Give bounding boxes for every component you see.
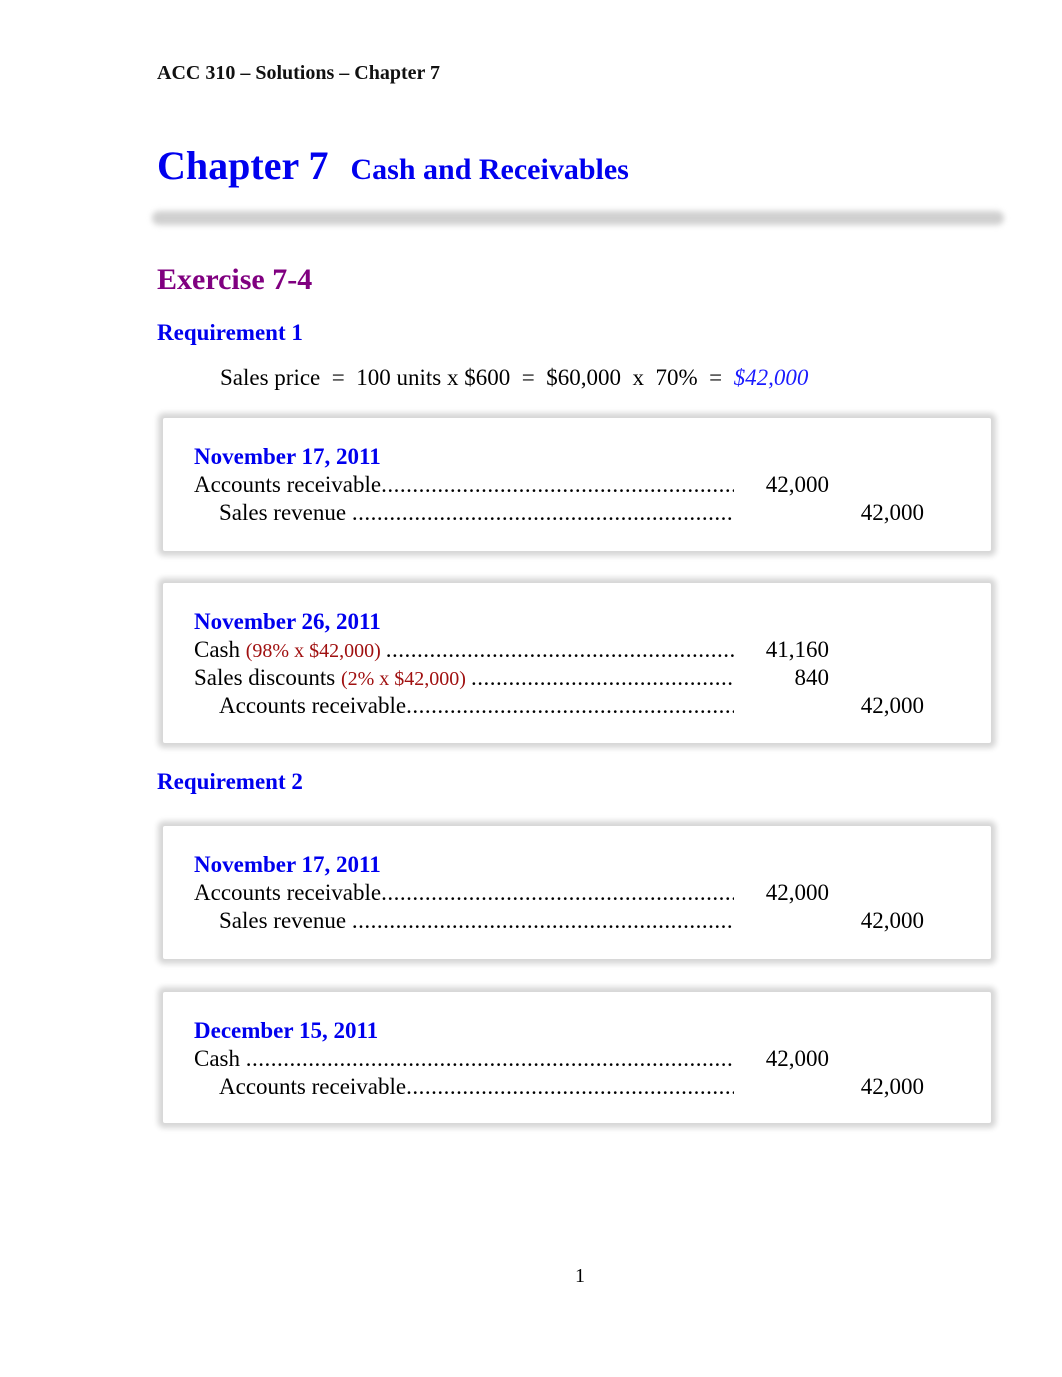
heading-divider (152, 211, 1004, 225)
running-header: ACC 310 – Solutions – Chapter 7 (157, 62, 440, 84)
debit-amount: 42,000 (765, 472, 829, 497)
journal-line: Sales revenue 42,000 (194, 907, 934, 935)
exercise-title: Exercise 7-4 (157, 263, 313, 296)
journal-entry: November 17, 2011 Accounts receivable 42… (194, 443, 934, 527)
entry-date: December 15, 2011 (194, 1018, 379, 1043)
journal-line: Cash (98% x $42,000) 41,160 (194, 636, 934, 664)
account-name: Accounts receivable (219, 1073, 734, 1101)
journal-line: Accounts receivable 42,000 (194, 692, 934, 720)
journal-line: Accounts receivable 42,000 (194, 879, 934, 907)
account-name: Sales revenue (219, 907, 734, 935)
journal-entry-box: November 17, 2011 Accounts receivable 42… (163, 826, 991, 959)
formula-label: Sales price (220, 365, 321, 390)
account-name: Accounts receivable (194, 471, 734, 499)
journal-line: Sales discounts (2% x $42,000) 840 (194, 664, 934, 692)
account-name: Cash (194, 1045, 734, 1073)
requirement-1-title: Requirement 1 (157, 320, 303, 345)
sales-price-formula: Sales price = 100 units x $600 = $60,000… (220, 365, 808, 391)
debit-amount: 840 (794, 665, 830, 690)
account-name: Sales revenue (219, 499, 734, 527)
debit-amount: 42,000 (765, 1046, 829, 1071)
journal-entry-box: November 17, 2011 Accounts receivable 42… (163, 418, 991, 551)
chapter-title: Cash and Receivables (350, 153, 629, 186)
requirement-2-title: Requirement 2 (157, 769, 303, 794)
entry-date: November 26, 2011 (194, 609, 381, 634)
page-number: 1 (575, 1265, 585, 1287)
credit-amount: 42,000 (860, 908, 924, 933)
credit-amount: 42,000 (860, 500, 924, 525)
account-name: Accounts receivable (219, 692, 734, 720)
journal-line: Sales revenue 42,000 (194, 499, 934, 527)
chapter-heading: Chapter 7 Cash and Receivables (157, 142, 629, 189)
chapter-number: Chapter 7 (157, 143, 329, 188)
calculation-note: (98% x $42,000) (245, 640, 386, 662)
account-name: Cash (98% x $42,000) (194, 636, 734, 665)
journal-line: Accounts receivable 42,000 (194, 471, 934, 499)
account-name: Accounts receivable (194, 879, 734, 907)
journal-entry: November 26, 2011 Cash (98% x $42,000) 4… (194, 608, 934, 720)
calculation-note: (2% x $42,000) (340, 668, 471, 690)
journal-entry-box: November 26, 2011 Cash (98% x $42,000) 4… (163, 583, 991, 743)
journal-line: Cash 42,000 (194, 1045, 934, 1073)
credit-amount: 42,000 (860, 1074, 924, 1099)
entry-date: November 17, 2011 (194, 444, 381, 469)
journal-line: Accounts receivable 42,000 (194, 1073, 934, 1101)
debit-amount: 42,000 (765, 880, 829, 905)
debit-amount: 41,160 (765, 637, 829, 662)
account-name: Sales discounts (2% x $42,000) (194, 664, 734, 693)
formula-result: $42,000 (733, 365, 809, 390)
credit-amount: 42,000 (860, 693, 924, 718)
journal-entry: November 17, 2011 Accounts receivable 42… (194, 851, 934, 935)
formula-expression: = 100 units x $600 = $60,000 x 70% = (320, 365, 734, 390)
journal-entry-box: December 15, 2011 Cash 42,000 Accounts r… (163, 992, 991, 1123)
entry-date: November 17, 2011 (194, 852, 381, 877)
journal-entry: December 15, 2011 Cash 42,000 Accounts r… (194, 1017, 934, 1101)
